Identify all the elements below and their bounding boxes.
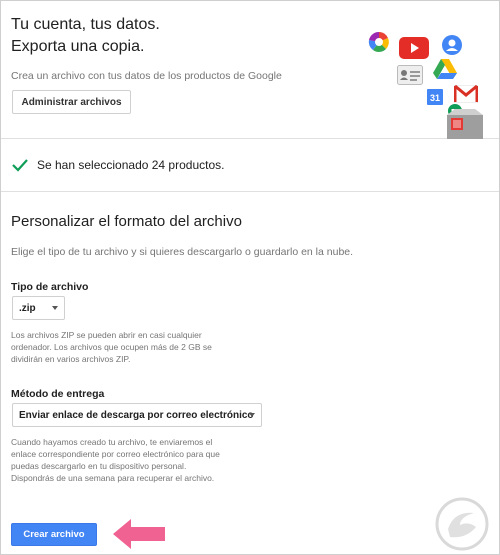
- gmail-icon: [454, 85, 478, 103]
- calendar-icon: 31: [427, 89, 443, 105]
- title-line-1: Tu cuenta, tus datos.: [11, 16, 160, 33]
- youtube-icon: [399, 37, 429, 59]
- file-type-help-line: dividirán en varios archivos ZIP.: [11, 354, 131, 364]
- profile-card-icon: [397, 65, 423, 85]
- archive-box-icon: [447, 109, 483, 139]
- format-section-description: Elige el tipo de tu archivo y si quieres…: [11, 246, 354, 258]
- delivery-help-line: enlace correspondiente por correo electr…: [11, 449, 220, 459]
- photos-icon: [368, 31, 389, 52]
- calendar-icon-text: 31: [430, 93, 440, 103]
- contacts-icon: [442, 35, 462, 55]
- pointer-arrow-icon: [113, 519, 165, 549]
- header-subtitle: Crea un archivo con tus datos de los pro…: [11, 70, 282, 82]
- page-title: Tu cuenta, tus datos. Exporta una copia.: [11, 14, 160, 58]
- file-type-help-line: ordenador. Los archivos que ocupen más d…: [11, 342, 212, 352]
- selection-summary: Se han seleccionado 24 productos.: [1, 140, 499, 192]
- delivery-method-help: Cuando hayamos creado tu archivo, te env…: [11, 436, 220, 484]
- watermark-logo-icon: [435, 497, 489, 551]
- delivery-method-select[interactable]: Enviar enlace de descarga por correo ele…: [12, 403, 262, 427]
- chevron-down-icon: [52, 306, 58, 310]
- delivery-method-value: Enviar enlace de descarga por correo ele…: [19, 409, 254, 421]
- manage-archives-button[interactable]: Administrar archivos: [12, 90, 131, 114]
- file-type-help-line: Los archivos ZIP se pueden abrir en casi…: [11, 330, 202, 340]
- delivery-help-line: Dispondrás de una semana para recuperar …: [11, 473, 215, 483]
- file-type-select[interactable]: .zip: [12, 296, 65, 320]
- drive-icon: [433, 59, 457, 79]
- delivery-help-line: puedas descargarlo en tu dispositivo per…: [11, 461, 187, 471]
- selected-products-text: Se han seleccionado 24 productos.: [37, 158, 225, 172]
- header-section: Tu cuenta, tus datos. Exporta una copia.…: [1, 1, 499, 139]
- chevron-down-icon: [249, 413, 255, 417]
- format-section-title: Personalizar el formato del archivo: [11, 213, 242, 230]
- create-archive-button[interactable]: Crear archivo: [11, 523, 97, 546]
- file-type-help: Los archivos ZIP se pueden abrir en casi…: [11, 329, 212, 365]
- file-type-value: .zip: [19, 302, 36, 314]
- delivery-method-label: Método de entrega: [11, 388, 105, 400]
- delivery-help-line: Cuando hayamos creado tu archivo, te env…: [11, 437, 213, 447]
- check-icon: [12, 159, 28, 172]
- title-line-2: Exporta una copia.: [11, 38, 145, 55]
- takeout-panel: Tu cuenta, tus datos. Exporta una copia.…: [0, 0, 500, 555]
- file-type-label: Tipo de archivo: [11, 281, 89, 293]
